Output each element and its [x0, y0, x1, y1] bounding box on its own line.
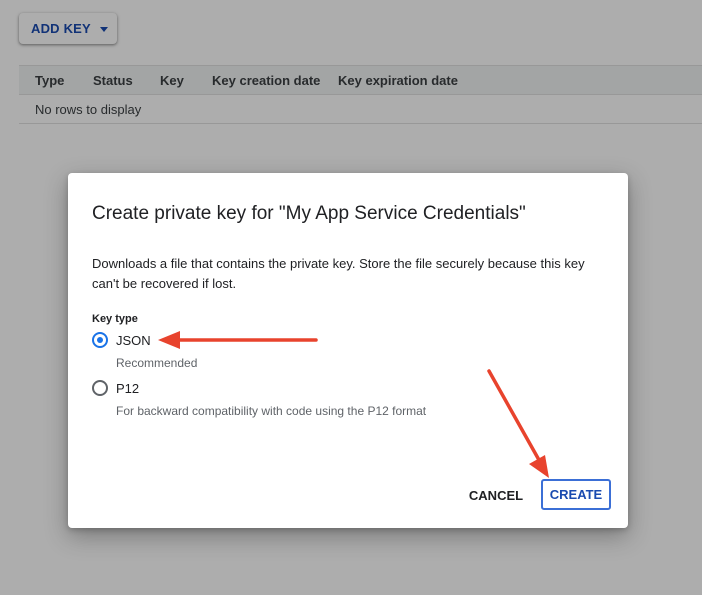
- radio-option-p12[interactable]: P12: [92, 380, 139, 396]
- key-type-label: Key type: [92, 313, 138, 325]
- radio-option-json[interactable]: JSON: [92, 332, 151, 348]
- create-private-key-dialog: Create private key for "My App Service C…: [68, 173, 628, 528]
- dialog-description: Downloads a file that contains the priva…: [92, 256, 585, 291]
- radio-label-json[interactable]: JSON: [116, 333, 151, 348]
- radio-p12[interactable]: [92, 380, 108, 396]
- create-button[interactable]: CREATE: [541, 479, 611, 510]
- radio-hint-p12: For backward compatibility with code usi…: [116, 404, 427, 418]
- radio-label-p12[interactable]: P12: [116, 381, 139, 396]
- dialog-title: Create private key for "My App Service C…: [92, 203, 526, 224]
- cancel-button[interactable]: CANCEL: [464, 482, 528, 508]
- radio-hint-json: Recommended: [116, 356, 198, 370]
- radio-json[interactable]: [92, 332, 108, 348]
